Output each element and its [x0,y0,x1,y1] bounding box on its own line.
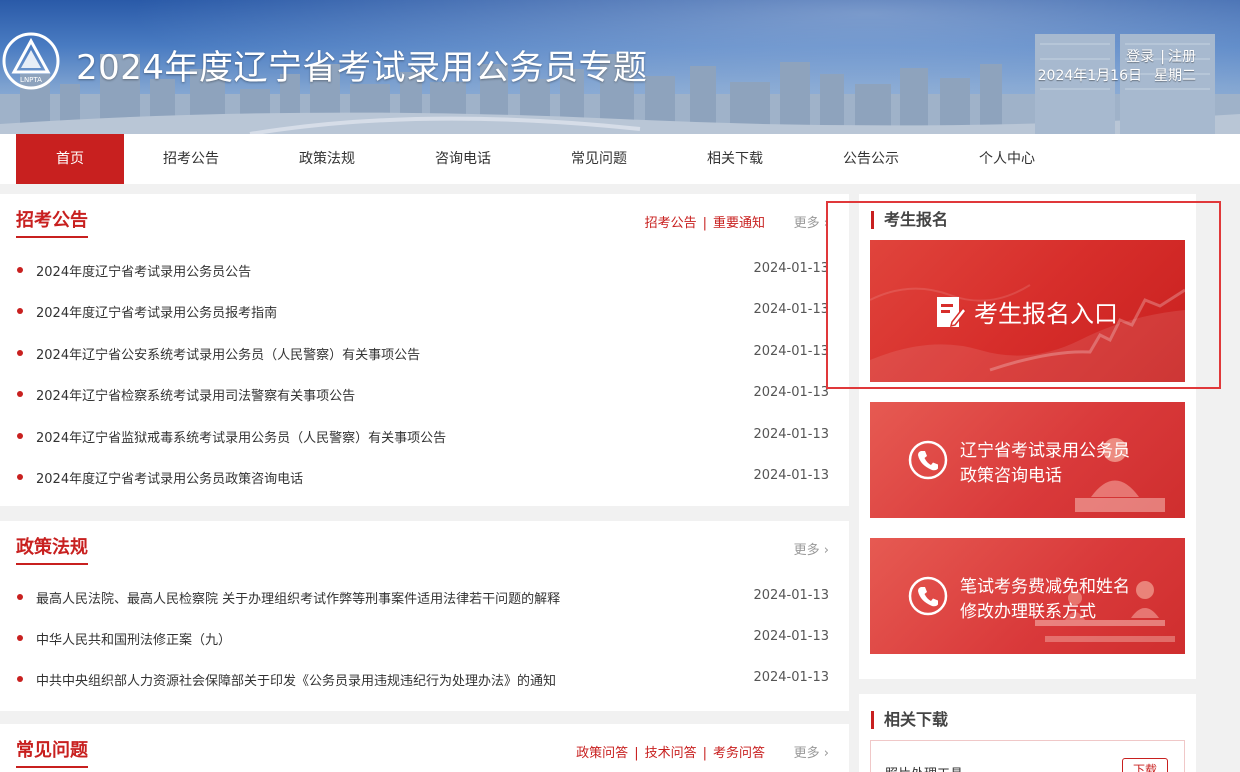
download-button[interactable]: 下载 [1122,758,1168,772]
hotline-card[interactable]: 辽宁省考试录用公务员 政策咨询电话 [870,402,1185,518]
list-item[interactable]: 2024年辽宁省检察系统考试录用司法警察有关事项公告 2024-01-13 [16,385,829,405]
news-date: 2024-01-13 [753,302,829,317]
fee-waiver-subtitle[interactable]: 修改办理联系方式 [960,597,1096,622]
list-item[interactable]: 2024年度辽宁省考试录用公务员政策咨询电话 2024-01-13 [16,468,829,488]
hotline-title[interactable]: 辽宁省考试录用公务员 [960,436,1130,461]
link-announcements[interactable]: 招考公告 [645,216,697,231]
fee-waiver-title[interactable]: 笔试考务费减免和姓名 [960,572,1130,597]
lnpta-logo: LNPTA [2,32,60,90]
news-date: 2024-01-13 [753,385,829,400]
nav-hotline[interactable]: 咨询电话 [408,134,518,184]
faq-more-link[interactable]: 更多 › [794,742,829,761]
link-important-notices[interactable]: 重要通知 [713,216,765,231]
news-date: 2024-01-13 [753,629,829,644]
news-title[interactable]: 中华人民共和国刑法修正案（九） [36,629,231,648]
news-title[interactable]: 2024年度辽宁省考试录用公务员公告 [36,261,251,280]
bullet-icon [17,391,23,397]
registration-panel: 考生报名 考生报名入口 辽宁省考试录用公务员 政策咨询电话 笔试考务费减免和姓名… [859,194,1196,679]
news-title[interactable]: 2024年度辽宁省考试录用公务员政策咨询电话 [36,468,303,487]
list-item[interactable]: 2024年辽宁省公安系统考试录用公务员（人民警察）有关事项公告 2024-01-1… [16,344,829,364]
fee-waiver-card[interactable]: 笔试考务费减免和姓名 修改办理联系方式 [870,538,1185,654]
phone-icon [908,440,948,480]
phone-icon [908,576,948,616]
download-item-name: 照片处理工具 [885,763,963,772]
current-weekday: 星期二 [1154,68,1196,84]
registration-entry-label[interactable]: 考生报名入口 [974,294,1118,329]
link-tech-qa[interactable]: 技术问答 [645,746,697,761]
user-link-divider: | [1160,49,1165,65]
nav-personal-center[interactable]: 个人中心 [952,134,1062,184]
nav-downloads[interactable]: 相关下载 [680,134,790,184]
download-item: 照片处理工具 下载 [870,740,1185,772]
bullet-icon [17,474,23,480]
bullet-icon [17,350,23,356]
announcements-title[interactable]: 招考公告 [16,206,88,238]
link-exam-qa[interactable]: 考务问答 [713,746,765,761]
news-date: 2024-01-13 [753,344,829,359]
list-item[interactable]: 2024年度辽宁省考试录用公务员公告 2024-01-13 [16,261,829,281]
current-date: 2024年1月16日 [1037,68,1142,84]
faq-sub-links: 政策问答 | 技术问答 | 考务问答 [576,742,765,761]
edit-form-icon [937,297,966,328]
logo-text: LNPTA [20,76,42,84]
bullet-icon [17,308,23,314]
news-date: 2024-01-13 [753,468,829,483]
bullet-icon [17,433,23,439]
news-title[interactable]: 中共中央组织部人力资源社会保障部关于印发《公务员录用违规违纪行为处理办法》的通知 [36,670,556,689]
news-title[interactable]: 2024年辽宁省监狱戒毒系统考试录用公务员（人民警察）有关事项公告 [36,427,446,446]
policies-title[interactable]: 政策法规 [16,533,88,565]
nav-home[interactable]: 首页 [16,134,124,184]
login-link[interactable]: 登录 [1126,49,1154,65]
registration-entry-card[interactable]: 考生报名入口 [870,240,1185,382]
news-title[interactable]: 2024年度辽宁省考试录用公务员报考指南 [36,302,277,321]
date-line: 2024年1月16日 星期二 [1038,65,1196,85]
register-link[interactable]: 注册 [1168,49,1196,65]
news-title[interactable]: 最高人民法院、最高人民检察院 关于办理组织考试作弊等刑事案件适用法律若干问题的解… [36,588,560,607]
announcements-panel: 招考公告 招考公告 | 重要通知 更多 › 2024年度辽宁省考试录用公务员公告 20… [0,194,849,506]
faq-panel: 常见问题 政策问答 | 技术问答 | 考务问答 更多 › [0,724,849,772]
list-item[interactable]: 2024年辽宁省监狱戒毒系统考试录用公务员（人民警察）有关事项公告 2024-01… [16,427,829,447]
list-item[interactable]: 中华人民共和国刑法修正案（九） 2024-01-13 [16,629,829,649]
link-divider: | [702,216,707,231]
news-title[interactable]: 2024年辽宁省检察系统考试录用司法警察有关事项公告 [36,385,355,404]
downloads-title: 相关下载 [871,711,948,729]
news-date: 2024-01-13 [753,261,829,276]
announcements-sub-links: 招考公告 | 重要通知 [645,212,765,231]
link-policy-qa[interactable]: 政策问答 [576,746,628,761]
registration-title: 考生报名 [871,211,948,229]
announcements-more-link[interactable]: 更多 › [794,212,829,231]
downloads-panel: 相关下载 照片处理工具 下载 [859,694,1196,772]
policies-panel: 政策法规 更多 › 最高人民法院、最高人民检察院 关于办理组织考试作弊等刑事案件… [0,521,849,711]
main-nav: 首页 招考公告 政策法规 咨询电话 常见问题 相关下载 公告公示 个人中心 [0,134,1240,184]
bullet-icon [17,676,23,682]
list-item[interactable]: 最高人民法院、最高人民检察院 关于办理组织考试作弊等刑事案件适用法律若干问题的解… [16,588,829,608]
list-item[interactable]: 2024年度辽宁省考试录用公务员报考指南 2024-01-13 [16,302,829,322]
link-divider: | [634,746,639,761]
hotline-subtitle[interactable]: 政策咨询电话 [960,461,1062,486]
news-date: 2024-01-13 [753,670,829,685]
news-title[interactable]: 2024年辽宁省公安系统考试录用公务员（人民警察）有关事项公告 [36,344,420,363]
nav-policies[interactable]: 政策法规 [272,134,382,184]
header-banner: LNPTA 2024年度辽宁省考试录用公务员专题 登录 | 注册 2024年1月16… [0,0,1240,134]
list-item[interactable]: 中共中央组织部人力资源社会保障部关于印发《公务员录用违规违纪行为处理办法》的通知… [16,670,829,690]
news-date: 2024-01-13 [753,427,829,442]
site-title: 2024年度辽宁省考试录用公务员专题 [76,48,648,88]
policies-more-link[interactable]: 更多 › [794,539,829,558]
faq-title[interactable]: 常见问题 [16,736,88,768]
bullet-icon [17,594,23,600]
nav-announcements[interactable]: 招考公告 [136,134,246,184]
link-divider: | [702,746,707,761]
news-date: 2024-01-13 [753,588,829,603]
bullet-icon [17,267,23,273]
bullet-icon [17,635,23,641]
nav-notices[interactable]: 公告公示 [816,134,926,184]
user-links: 登录 | 注册 [1126,46,1196,66]
nav-faq[interactable]: 常见问题 [544,134,654,184]
